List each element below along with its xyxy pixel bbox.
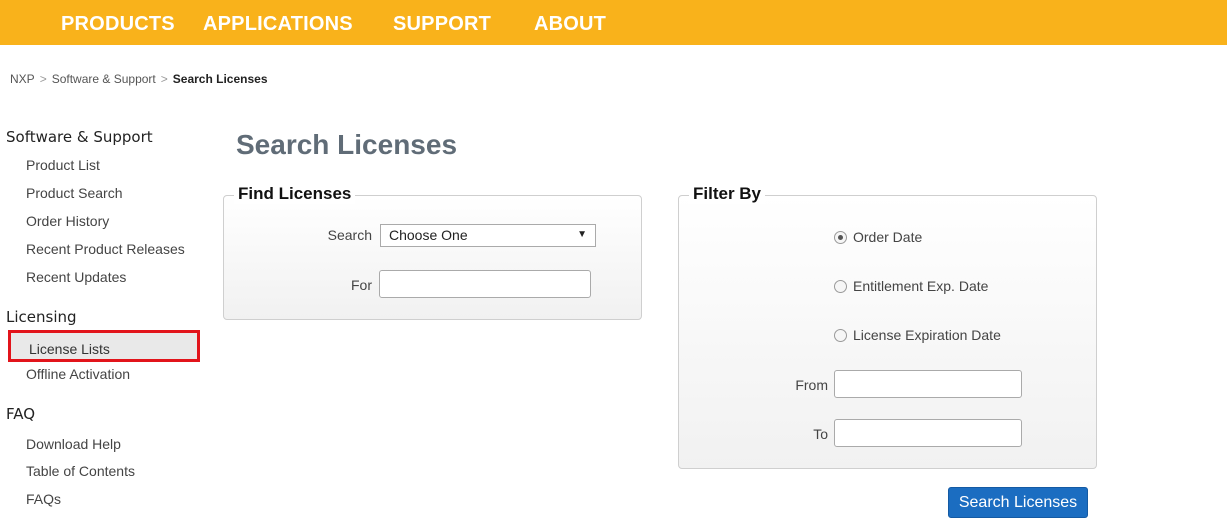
nav-about[interactable]: ABOUT bbox=[534, 13, 606, 36]
sidebar-heading-licensing: Licensing bbox=[6, 308, 77, 326]
sidebar-item-license-lists[interactable]: License Lists bbox=[8, 330, 200, 362]
from-date-input[interactable] bbox=[834, 370, 1022, 398]
search-select-value: Choose One bbox=[389, 227, 468, 243]
breadcrumb: NXP > Software & Support > Search Licenses bbox=[10, 72, 268, 86]
page-title: Search Licenses bbox=[236, 129, 458, 160]
sidebar-item-product-list[interactable]: Product List bbox=[26, 157, 100, 173]
for-label: For bbox=[351, 277, 372, 293]
sidebar-heading-software-support: Software & Support bbox=[6, 128, 153, 146]
breadcrumb-software-support[interactable]: Software & Support bbox=[52, 72, 156, 86]
sidebar-item-faqs[interactable]: FAQs bbox=[26, 491, 61, 507]
radio-checked-icon[interactable] bbox=[834, 230, 847, 244]
sidebar-item-offline-activation[interactable]: Offline Activation bbox=[26, 366, 130, 382]
sidebar-heading-faq: FAQ bbox=[6, 405, 36, 423]
to-label: To bbox=[813, 426, 828, 442]
sidebar-item-recent-updates[interactable]: Recent Updates bbox=[26, 269, 126, 285]
radio-unchecked-icon[interactable] bbox=[834, 279, 847, 293]
nav-applications[interactable]: APPLICATIONS bbox=[203, 13, 353, 36]
radio-label-entitlement-exp-date: Entitlement Exp. Date bbox=[853, 278, 989, 294]
breadcrumb-current: Search Licenses bbox=[172, 72, 268, 86]
breadcrumb-nxp[interactable]: NXP bbox=[10, 72, 35, 86]
to-date-input[interactable] bbox=[834, 419, 1022, 447]
search-licenses-button[interactable]: Search Licenses bbox=[948, 487, 1088, 518]
find-licenses-panel: Find Licenses Search Choose One ▼ For bbox=[223, 184, 642, 320]
breadcrumb-separator: > bbox=[39, 72, 47, 86]
nav-support[interactable]: SUPPORT bbox=[393, 13, 491, 36]
sidebar-item-table-of-contents[interactable]: Table of Contents bbox=[26, 463, 135, 479]
search-select[interactable]: Choose One ▼ bbox=[380, 224, 596, 247]
sidebar-item-recent-product-releases[interactable]: Recent Product Releases bbox=[26, 241, 185, 257]
radio-entitlement-exp-date[interactable]: Entitlement Exp. Date bbox=[834, 278, 988, 294]
radio-label-license-expiration-date: License Expiration Date bbox=[853, 327, 1001, 343]
radio-license-expiration-date[interactable]: License Expiration Date bbox=[834, 327, 1001, 343]
for-input[interactable] bbox=[379, 270, 591, 298]
filter-by-legend: Filter By bbox=[689, 184, 766, 204]
breadcrumb-separator: > bbox=[160, 72, 168, 86]
filter-by-panel: Filter By Order Date Entitlement Exp. Da… bbox=[678, 184, 1097, 469]
nav-products[interactable]: PRODUCTS bbox=[61, 13, 175, 36]
top-navigation: PRODUCTS APPLICATIONS SUPPORT ABOUT bbox=[0, 0, 1227, 45]
radio-order-date[interactable]: Order Date bbox=[834, 229, 922, 245]
find-licenses-legend: Find Licenses bbox=[234, 184, 356, 204]
sidebar-item-download-help[interactable]: Download Help bbox=[26, 436, 121, 452]
sidebar-item-order-history[interactable]: Order History bbox=[26, 213, 109, 229]
radio-label-order-date: Order Date bbox=[853, 229, 923, 245]
from-label: From bbox=[795, 377, 828, 393]
dropdown-arrow-icon: ▼ bbox=[577, 229, 587, 240]
sidebar-item-product-search[interactable]: Product Search bbox=[26, 185, 123, 201]
search-label: Search bbox=[327, 227, 372, 243]
radio-unchecked-icon[interactable] bbox=[834, 328, 847, 342]
